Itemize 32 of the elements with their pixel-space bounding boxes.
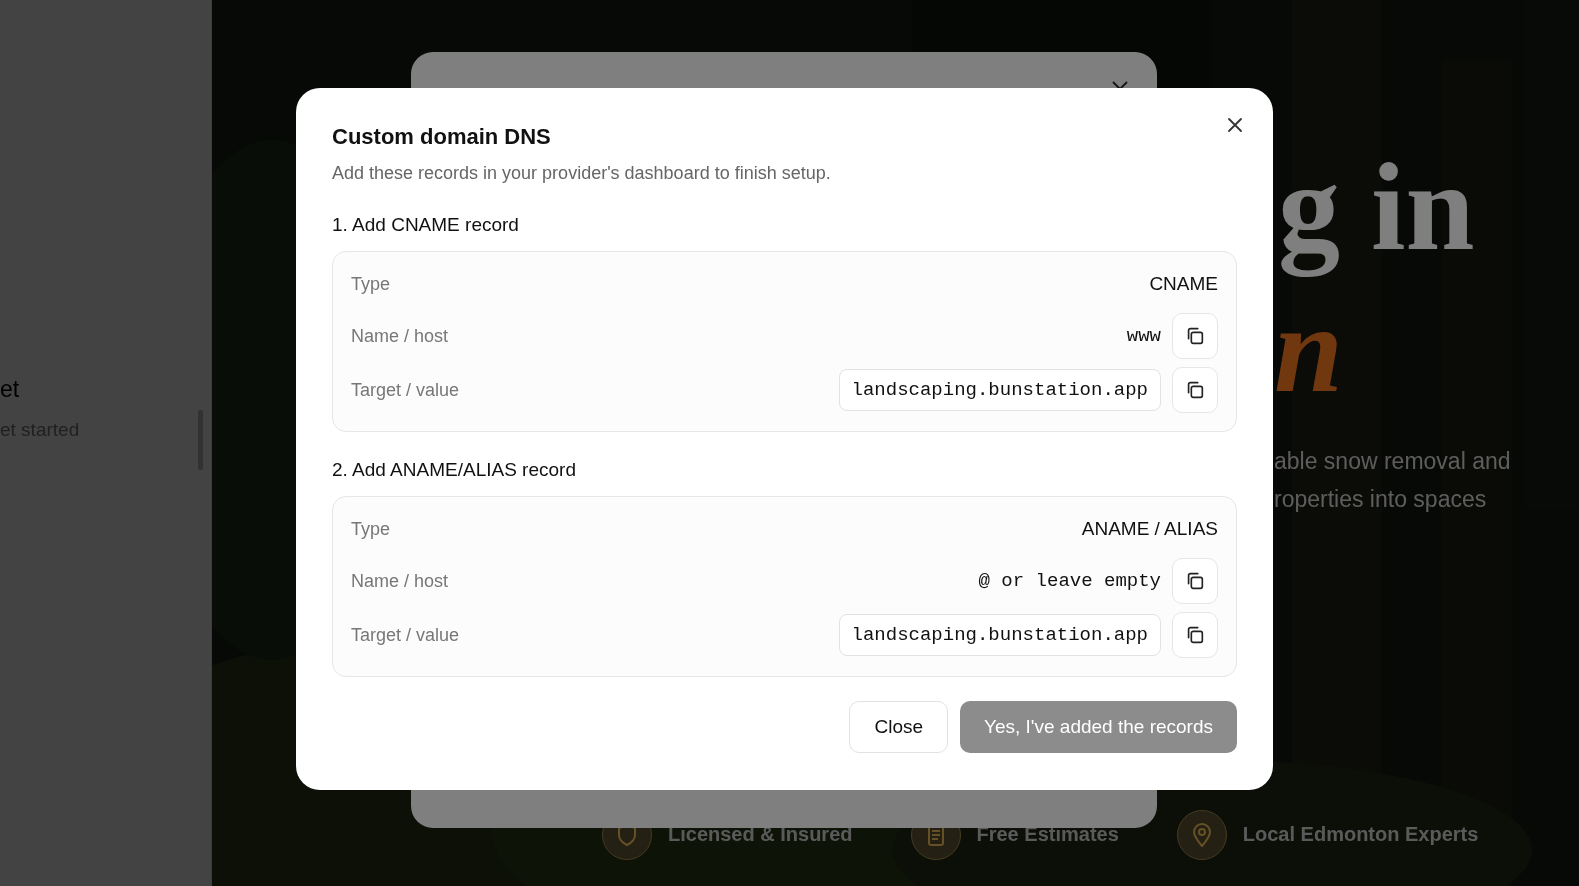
record-label: Type bbox=[351, 518, 391, 540]
record-label: Type bbox=[351, 273, 391, 295]
record-value: ANAME / ALIAS bbox=[1081, 518, 1218, 540]
record-value: CNAME bbox=[1149, 273, 1218, 295]
hero-title-accent: n bbox=[1274, 282, 1343, 419]
close-button[interactable]: Close bbox=[849, 701, 949, 753]
record-value: @ or leave empty bbox=[978, 570, 1161, 592]
location-pin-icon bbox=[1192, 823, 1211, 847]
section-heading: 2. Add ANAME/ALIAS record bbox=[332, 458, 577, 482]
feature-label: Local Edmonton Experts bbox=[1242, 822, 1479, 846]
hero-text: roperties into spaces bbox=[1274, 485, 1488, 514]
copy-button[interactable] bbox=[1172, 558, 1218, 604]
value-field[interactable]: landscaping.bunstation.app bbox=[838, 614, 1161, 656]
section-heading: 1. Add CNAME record bbox=[332, 213, 520, 237]
record-label: Target / value bbox=[351, 379, 460, 401]
record-label: Name / host bbox=[351, 570, 449, 592]
record-label: Name / host bbox=[351, 325, 449, 347]
hero-text: able snow removal and bbox=[1274, 447, 1511, 476]
dialog-subtitle: Add these records in your provider's dashboard to finish setup. bbox=[332, 162, 832, 185]
copy-button[interactable] bbox=[1172, 612, 1218, 658]
chevron-down-icon[interactable] bbox=[1112, 81, 1128, 91]
close-icon[interactable] bbox=[1227, 117, 1243, 133]
dialog-title: Custom domain DNS bbox=[332, 124, 552, 150]
record-value: www bbox=[1126, 325, 1161, 347]
feature-label: Licensed & Insured bbox=[668, 822, 853, 846]
hero-title: g in bbox=[1278, 140, 1475, 277]
sidebar-heading: et bbox=[0, 376, 21, 403]
value-field[interactable]: landscaping.bunstation.app bbox=[838, 369, 1161, 411]
copy-button[interactable] bbox=[1172, 367, 1218, 413]
copy-button[interactable] bbox=[1172, 313, 1218, 359]
feature-label: Free Estimates bbox=[976, 822, 1119, 846]
record-label: Target / value bbox=[351, 624, 460, 646]
